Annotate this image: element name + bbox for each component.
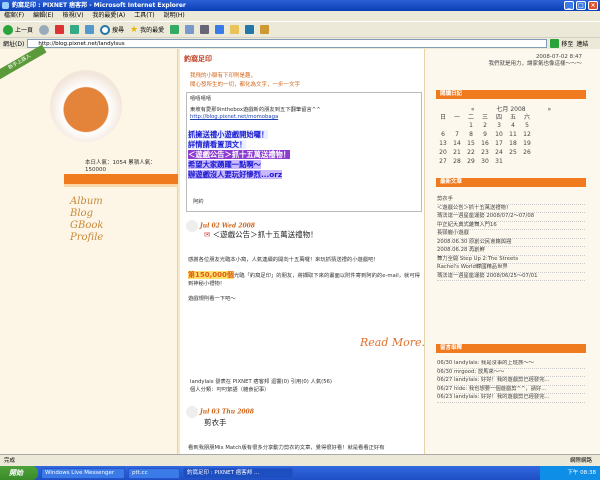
task-ptt[interactable]: ptt.cc xyxy=(128,467,180,479)
list-item[interactable]: 06/23 landylais: 好好！我的遊戲剪已經發完... xyxy=(437,394,585,403)
comments-header: 留言串釋 xyxy=(436,344,586,353)
mail-icon[interactable] xyxy=(185,25,195,34)
promo-text: 抓擁送禮小遊戲開始囉！ 詳情請看置頂文！ ＜遊戲公告＞抓十五萬送禮物！ 希望大家… xyxy=(188,130,291,179)
links-label[interactable]: 連結 xyxy=(576,39,588,48)
search-icon xyxy=(100,24,111,35)
list-item[interactable]: 06/30 landylais: 我是沒事的上班族～～ xyxy=(437,360,585,369)
post-2-body: 看到我朋朋Mix Match版有很多分享動力剪衣的文章，覺得很好看！就是看看正好… xyxy=(188,445,385,451)
minimize-button[interactable]: _ xyxy=(564,1,574,10)
list-item[interactable]: Rachel's World韓國精品世界 xyxy=(437,264,585,273)
notice-line: 東坡有愛那9inthebox遊戲新的朋友到五下翻筆留言^^ xyxy=(190,107,321,113)
list-item[interactable]: 瑪法達一週星座運勢 2008/07/2～07/08 xyxy=(437,213,585,222)
media-icon[interactable] xyxy=(260,25,270,34)
comment-list: 06/30 landylais: 我是沒事的上班族～～ 06/30 mrgood… xyxy=(437,360,585,454)
list-item[interactable]: 舞力全開 Step Up 2:The Streets xyxy=(437,256,585,264)
search-button[interactable]: 搜尋 xyxy=(100,24,124,35)
list-item[interactable]: 中正紀大典式雞舞入門16 xyxy=(437,222,585,230)
envelope-icon: ✉ xyxy=(204,230,211,239)
next-month-icon[interactable]: » xyxy=(548,106,552,113)
forward-button[interactable] xyxy=(39,24,50,35)
favorites-button[interactable]: ★ 我的最愛 xyxy=(130,25,164,35)
articles-header: 最新文章 xyxy=(436,178,586,187)
task-ie[interactable]: 釣窩足印 : PIXNET 痞客邦 ... xyxy=(183,467,293,479)
address-bar: 網址(D) http://blog.pixnet.net/landylsus 移… xyxy=(0,37,600,49)
status-bar: 完成 網際網路 xyxy=(0,454,600,466)
list-item[interactable]: 剪衣手 xyxy=(437,196,585,205)
list-item[interactable]: 瑪法達一週星座運勢 2008/06/25～07/01 xyxy=(437,273,585,281)
back-button[interactable]: 上一頁 xyxy=(3,24,33,35)
orange-stripe xyxy=(64,174,178,184)
nav-gbook[interactable]: GBook xyxy=(70,220,103,232)
menu-help[interactable]: 說明(H) xyxy=(164,11,185,21)
star-icon: ★ xyxy=(130,24,139,35)
window-title: 釣窩足印 : PIXNET 痞客邦 - Microsoft Internet E… xyxy=(12,2,186,9)
back-arrow-icon xyxy=(3,24,13,35)
nav-album[interactable]: Album xyxy=(70,196,103,208)
read-more-link[interactable]: Read More. xyxy=(360,336,425,349)
list-item[interactable]: 06/27 hide: 我也想要一個遊戲剪^^，請好... xyxy=(437,386,585,394)
folder-icon[interactable] xyxy=(230,25,240,34)
go-arrow-icon xyxy=(550,39,560,48)
ie-icon xyxy=(2,2,9,9)
task-messenger[interactable]: Windows Live Messenger xyxy=(41,467,125,479)
close-button[interactable]: × xyxy=(588,1,598,10)
post-1-title[interactable]: ✉ ＜遊戲公告＞抓十五萬送禮物！ xyxy=(204,229,318,240)
tea-cup-illustration xyxy=(50,70,122,142)
start-button[interactable]: 開始 xyxy=(0,466,38,480)
list-item[interactable]: ＜遊戲公告＞抓十五萬送禮物！ xyxy=(437,205,585,213)
history-icon[interactable] xyxy=(170,25,180,34)
clock: 下午 08:38 xyxy=(567,470,596,476)
list-item[interactable]: 06/30 mrgood: 放馬來～～ xyxy=(437,369,585,377)
refresh-icon[interactable] xyxy=(70,25,80,34)
list-item[interactable]: 2008.06.30 原創公民會籍與證 xyxy=(437,239,585,247)
nav-profile[interactable]: Profile xyxy=(70,232,103,244)
notice-heading: 嘻嘻嘻嘻 xyxy=(190,96,212,102)
menu-bar: 檔案(F) 編輯(E) 檢視(V) 我的最愛(A) 工具(T) 說明(H) xyxy=(0,11,600,21)
calendar-header: 閱讀日記 xyxy=(436,90,586,99)
list-item[interactable]: 2008.06.28 再創鮮 xyxy=(437,247,585,256)
status-text: 完成 xyxy=(4,458,16,464)
header-datetime: 2008-07-02 8:47 我們就是用力，讓家氣也像這樣～～～ xyxy=(488,54,582,67)
list-item[interactable]: 長頸鹿小遊戲 xyxy=(437,230,585,239)
go-button[interactable]: 移至 xyxy=(550,39,573,48)
edit-icon[interactable] xyxy=(215,25,225,34)
home-icon[interactable] xyxy=(85,25,95,34)
light-stripe xyxy=(64,184,178,187)
address-input[interactable]: http://blog.pixnet.net/landylsus xyxy=(27,39,548,48)
list-item[interactable]: 06/27 landylais: 好好！我的遊戲剪已經發完... xyxy=(437,377,585,386)
article-list: 剪衣手 ＜遊戲公告＞抓十五萬送禮物！ 瑪法達一週星座運勢 2008/07/2～0… xyxy=(437,196,585,281)
notice-signature: 阿釣 xyxy=(193,199,204,205)
system-tray: 下午 08:38 xyxy=(540,466,600,480)
messenger-icon[interactable] xyxy=(245,25,255,34)
avatar xyxy=(186,220,198,232)
notice-link[interactable]: http://blog.pixnet.net/momobaga xyxy=(190,114,418,121)
menu-favorites[interactable]: 我的最愛(A) xyxy=(92,11,125,21)
address-label: 網址(D) xyxy=(3,41,25,48)
maximize-button[interactable]: □ xyxy=(576,1,586,10)
menu-edit[interactable]: 編輯(E) xyxy=(33,11,53,21)
avatar xyxy=(186,406,198,418)
visit-counter: 本日人氣：1054 累積人氣：150000 xyxy=(85,160,156,173)
menu-view[interactable]: 檢視(V) xyxy=(63,11,84,21)
blog-title[interactable]: 釣窩足印 xyxy=(184,54,212,64)
blog-slogan: 我飛的小腳有下印則是趣， 聞心發所生的一切，都化為文字，一步一文字 xyxy=(190,73,301,88)
post-1-meta: landylais 發表在 PIXNET 痞客邦 迴響(0) 引用(0) 人氣(… xyxy=(190,379,332,393)
print-icon[interactable] xyxy=(200,25,210,34)
left-nav: Album Blog GBook Profile xyxy=(70,196,103,244)
post-2-title[interactable]: 剪衣手 xyxy=(204,417,227,428)
post-1-body: 感謝各位朋友光臨本小窩，人氣連續的開向十五萬囉！來玩抓猜送禮的小遊戲吧！ 第15… xyxy=(188,257,420,302)
window-titlebar: 釣窩足印 : PIXNET 痞客邦 - Microsoft Internet E… xyxy=(0,0,600,11)
menu-tools[interactable]: 工具(T) xyxy=(134,11,154,21)
taskbar: 開始 Windows Live Messenger ptt.cc 釣窩足印 : … xyxy=(0,466,600,480)
toolbar: 上一頁 搜尋 ★ 我的最愛 xyxy=(0,21,600,37)
nav-blog[interactable]: Blog xyxy=(70,208,103,220)
calendar-grid: 日一二三四五六 12345 6 7 8 9 10 11 12 13 14 15 16 17 18 19 … xyxy=(439,114,531,165)
stop-icon[interactable] xyxy=(55,25,65,34)
menu-file[interactable]: 檔案(F) xyxy=(4,11,24,21)
post-2-date: Jul 03 Thu 2008 xyxy=(199,408,254,416)
